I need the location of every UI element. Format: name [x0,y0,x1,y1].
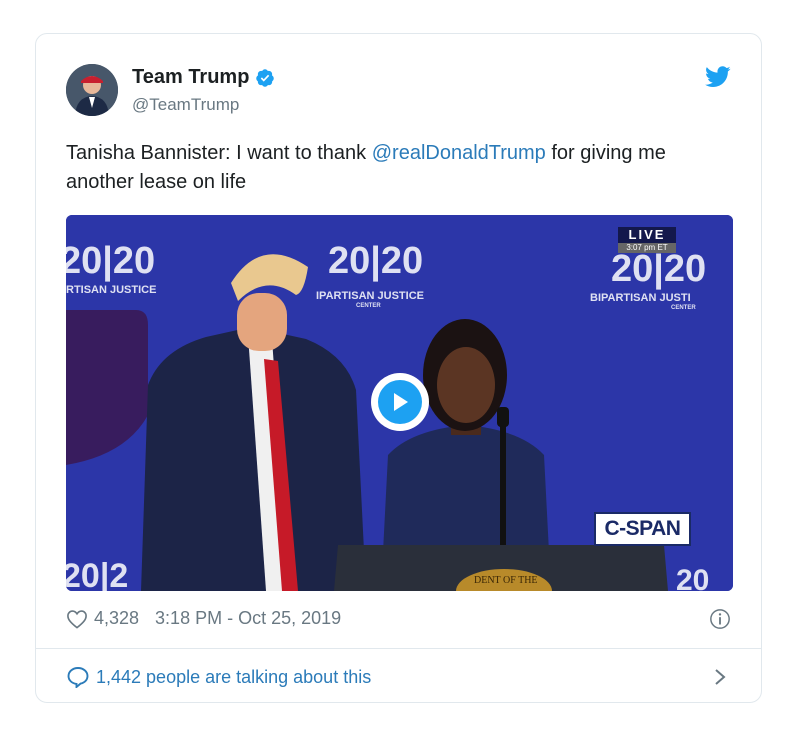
live-badge: LIVE 3:07 pm ET [618,227,676,253]
heart-icon[interactable] [66,609,88,629]
tweet-timestamp[interactable]: 3:18 PM - Oct 25, 2019 [155,608,341,629]
backdrop-text-left: RTISAN JUSTICE [66,284,156,296]
tweet-text: Tanisha Bannister: I want to thank @real… [66,139,736,197]
mention-link[interactable]: @realDonaldTrump [372,142,546,164]
divider [36,648,761,649]
live-time: 3:07 pm ET [618,243,676,253]
tweet-meta: 4,328 3:18 PM - Oct 25, 2019 [66,608,341,629]
backdrop-logo-bottom-right: 20 [676,564,709,591]
backdrop-text-center: IPARTISAN JUSTICE [316,290,424,302]
author-name[interactable]: Team Trump [132,66,249,89]
backdrop-logo-center: 20|20 [328,240,423,282]
like-count[interactable]: 4,328 [94,608,139,629]
verified-badge-icon [256,68,275,87]
talking-link[interactable]: 1,442 people are talking about this [66,666,371,688]
podium-seal-text: DENT OF THE [474,575,538,586]
tweet-text-prefix: Tanisha Bannister: I want to thank [66,142,372,164]
cspan-logo: C-SPAN [594,512,691,546]
author-handle[interactable]: @TeamTrump [132,95,239,115]
chevron-right-icon[interactable] [713,667,727,687]
backdrop-logo-left: 20|20 [66,240,155,282]
backdrop-text-right: BIPARTISAN JUSTI [590,292,691,304]
video-player[interactable]: 20|20 RTISAN JUSTICE 20|20 IPARTISAN JUS… [66,215,733,591]
avatar[interactable] [66,64,118,116]
talking-text: 1,442 people are talking about this [96,666,372,687]
backdrop-subtext-right: CENTER [671,305,696,311]
live-label: LIVE [628,227,666,242]
tweet-card: Team Trump @TeamTrump Tanisha Bannister:… [35,33,762,703]
backdrop-logo-bottom-left: 20|2 [66,557,128,591]
play-button[interactable] [371,373,429,431]
play-icon [378,380,422,424]
author-name-row: Team Trump [132,66,275,89]
backdrop-subtext-center: CENTER [356,303,381,309]
info-icon[interactable] [709,608,731,630]
backdrop-logo-right: 20|20 [611,248,706,290]
twitter-bird-icon[interactable] [705,66,731,88]
speech-bubble-icon [67,667,89,688]
